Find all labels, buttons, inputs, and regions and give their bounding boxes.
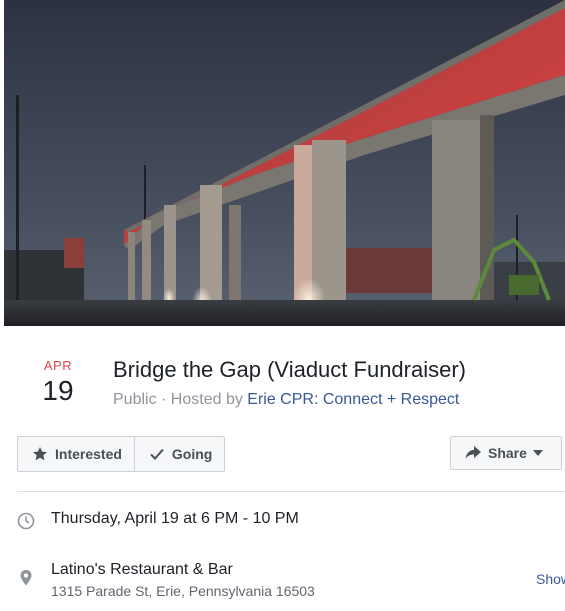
interested-button[interactable]: Interested bbox=[18, 437, 134, 471]
event-title: Bridge the Gap (Viaduct Fundraiser) bbox=[113, 357, 466, 382]
location-pin-icon bbox=[17, 569, 35, 587]
event-datetime[interactable]: Thursday, April 19 at 6 PM - 10 PM bbox=[51, 510, 299, 528]
share-label: Share bbox=[488, 445, 527, 461]
rsvp-button-group: Interested Going bbox=[17, 436, 226, 472]
place-address: 1315 Parade St, Erie, Pennsylvania 16503 bbox=[51, 583, 315, 599]
clock-icon bbox=[17, 512, 35, 530]
event-day: 19 bbox=[42, 375, 74, 406]
share-arrow-icon bbox=[465, 446, 481, 460]
interested-label: Interested bbox=[55, 446, 122, 462]
event-host-link[interactable]: Erie CPR: Connect + Respect bbox=[247, 391, 459, 408]
section-divider bbox=[17, 491, 565, 492]
hosted-by-prefix: · Hosted by bbox=[156, 391, 248, 408]
caret-down-icon bbox=[532, 450, 543, 456]
check-icon bbox=[149, 446, 165, 462]
show-map-link[interactable]: Show bbox=[536, 571, 565, 587]
place-name[interactable]: Latino's Restaurant & Bar bbox=[51, 561, 233, 579]
going-button[interactable]: Going bbox=[133, 437, 224, 471]
event-privacy: Public bbox=[113, 391, 157, 408]
star-icon bbox=[32, 446, 48, 462]
event-date-block: APR 19 bbox=[22, 358, 94, 408]
event-month: APR bbox=[43, 358, 73, 373]
event-meta: Public · Hosted by Erie CPR: Connect + R… bbox=[113, 390, 459, 410]
viaduct-photo-illustration bbox=[4, 0, 565, 326]
event-cover-photo[interactable] bbox=[4, 0, 565, 326]
event-page: APR 19 Bridge the Gap (Viaduct Fundraise… bbox=[0, 0, 565, 611]
share-button[interactable]: Share bbox=[450, 436, 562, 470]
going-label: Going bbox=[171, 446, 213, 462]
